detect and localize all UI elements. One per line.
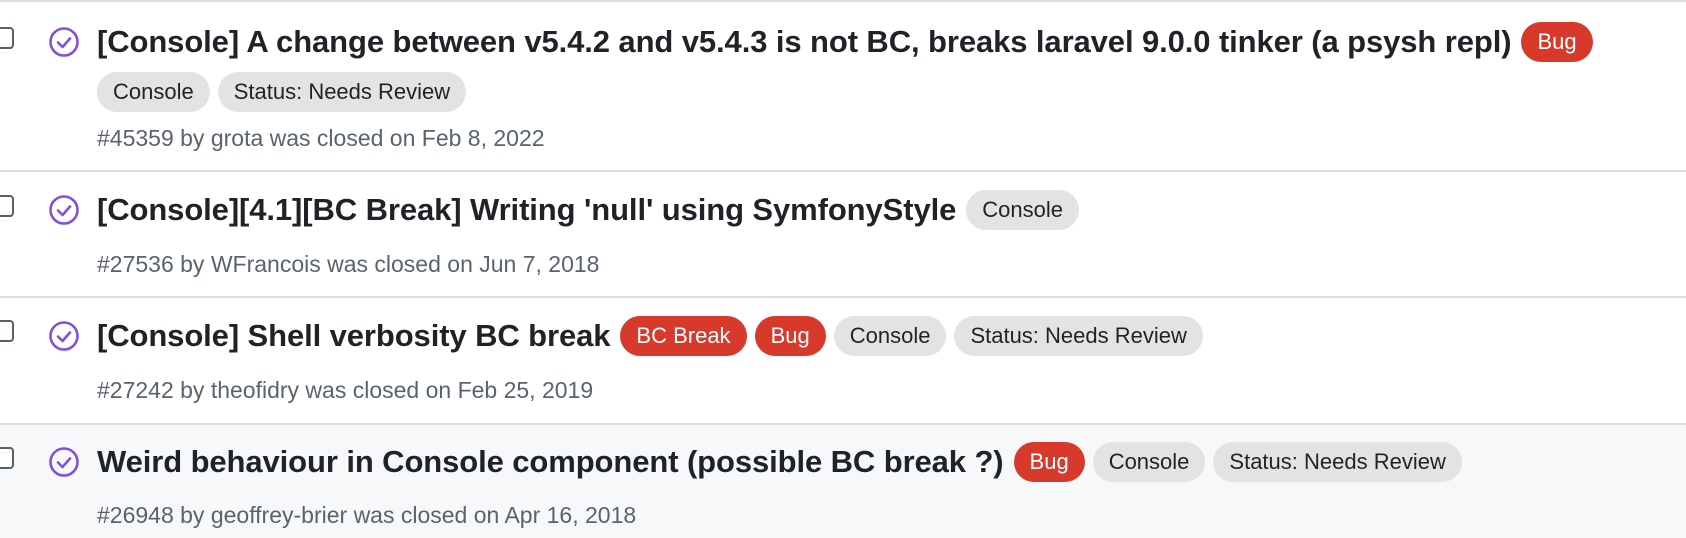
issue-row: [Console] Shell verbosity BC break BC Br… bbox=[0, 298, 1686, 425]
issue-list: [Console] A change between v5.4.2 and v5… bbox=[0, 0, 1686, 538]
label-status-needs-review[interactable]: Status: Needs Review bbox=[217, 72, 467, 112]
label-console[interactable]: Console bbox=[97, 72, 210, 112]
row-checkbox[interactable] bbox=[0, 27, 14, 49]
issue-row: Weird behaviour in Console component (po… bbox=[0, 425, 1686, 538]
issue-title-line: Weird behaviour in Console component (po… bbox=[97, 442, 1676, 482]
label-bug[interactable]: Bug bbox=[1013, 442, 1085, 482]
label-console[interactable]: Console bbox=[1092, 442, 1206, 482]
labels-line: Console Status: Needs Review bbox=[97, 72, 467, 112]
label-status-needs-review[interactable]: Status: Needs Review bbox=[954, 316, 1203, 356]
label-bug[interactable]: Bug bbox=[1521, 22, 1593, 62]
issue-title-link[interactable]: [Console] Shell verbosity BC break bbox=[97, 318, 611, 354]
issue-meta: #26948 by geoffrey-brier was closed on A… bbox=[97, 502, 637, 528]
issue-row: [Console][4.1][BC Break] Writing 'null' … bbox=[0, 172, 1686, 298]
check-circle-icon bbox=[49, 195, 79, 225]
label-console[interactable]: Console bbox=[833, 316, 947, 356]
issue-row: [Console] A change between v5.4.2 and v5… bbox=[0, 2, 1686, 172]
issue-title-link[interactable]: [Console][4.1][BC Break] Writing 'null' … bbox=[97, 192, 956, 228]
check-circle-icon bbox=[49, 27, 79, 57]
issue-title-line: [Console][4.1][BC Break] Writing 'null' … bbox=[97, 190, 1676, 230]
issue-meta: #27242 by theofidry was closed on Feb 25… bbox=[97, 377, 594, 403]
row-checkbox[interactable] bbox=[0, 320, 14, 342]
row-checkbox[interactable] bbox=[0, 447, 14, 469]
label-status-needs-review[interactable]: Status: Needs Review bbox=[1213, 442, 1462, 482]
row-checkbox[interactable] bbox=[0, 195, 14, 217]
issue-title-link[interactable]: Weird behaviour in Console component (po… bbox=[97, 444, 1004, 480]
issue-meta: #45359 by grota was closed on Feb 8, 202… bbox=[97, 125, 545, 151]
issue-title-line: [Console] Shell verbosity BC break BC Br… bbox=[97, 316, 1676, 356]
check-circle-icon bbox=[49, 321, 79, 351]
issue-title-line: [Console] A change between v5.4.2 and v5… bbox=[97, 22, 1676, 62]
label-bug[interactable]: Bug bbox=[754, 316, 826, 356]
issue-meta: #27536 by WFrancois was closed on Jun 7,… bbox=[97, 251, 600, 277]
label-bc-break[interactable]: BC Break bbox=[620, 316, 747, 356]
issue-title-link[interactable]: [Console] A change between v5.4.2 and v5… bbox=[97, 24, 1512, 60]
label-console[interactable]: Console bbox=[966, 190, 1079, 230]
check-circle-icon bbox=[49, 447, 79, 477]
